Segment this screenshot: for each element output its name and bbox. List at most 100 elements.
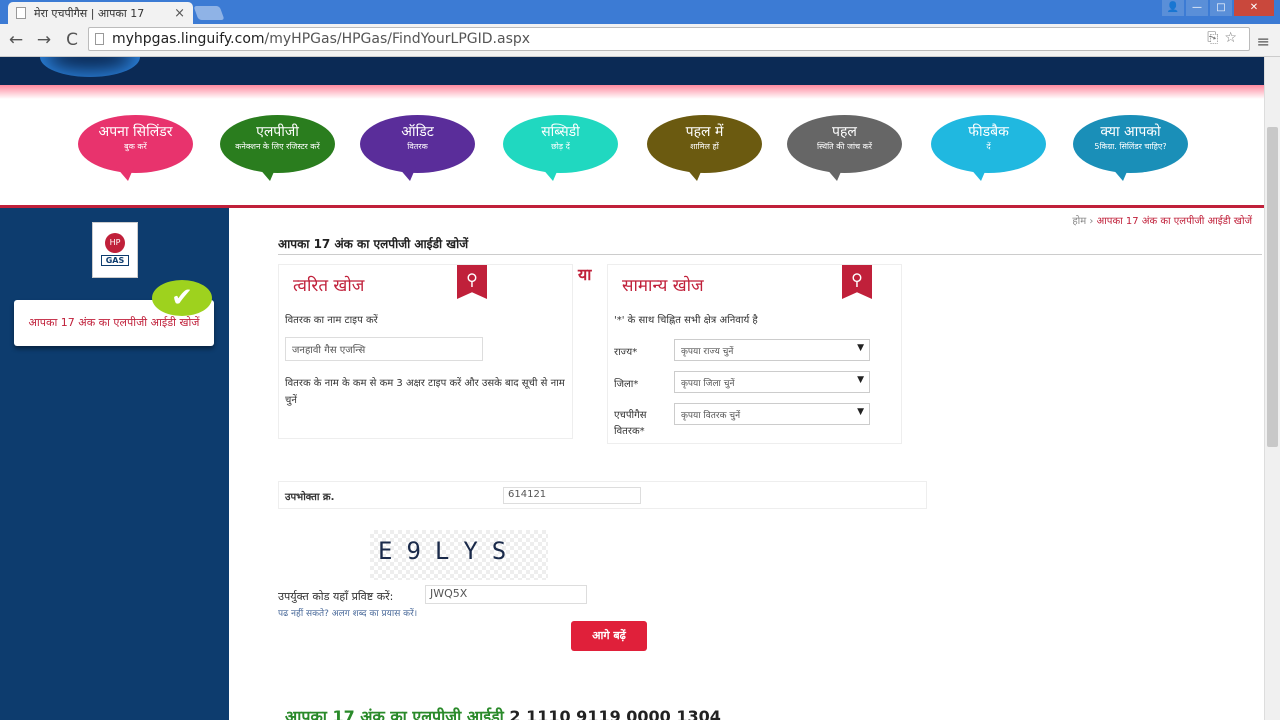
logo-gas: GAS [101, 255, 129, 266]
breadcrumb-home[interactable]: होम [1072, 216, 1086, 227]
nav-bubble-title: सब्सिडी [541, 124, 580, 140]
consumer-row: उपभोक्ता क्र. 614121 [278, 481, 927, 509]
state-select[interactable]: कृपया राज्य चुनें ▼ [674, 339, 870, 361]
nav-bubble-subtitle: शामिल हों [690, 142, 719, 151]
breadcrumb: होम › आपका 17 अंक का एलपीजी आईडी खोजें [1072, 213, 1252, 227]
nav-bubble-subtitle: छोड़ दें [551, 142, 570, 151]
bubble-tail [116, 167, 134, 181]
distributor-name-label: वितरक का नाम टाइप करें [285, 315, 378, 326]
forward-icon[interactable]: → [32, 30, 56, 50]
url-path: /myHPGas/HPGas/FindYourLPGID.aspx [264, 31, 531, 47]
nav-bubble-subtitle: कनेक्शन के लिए रजिस्टर करें [235, 142, 320, 151]
distributor-name-input[interactable]: जनहावी गैस एजन्सि [285, 337, 483, 361]
back-icon[interactable]: ← [4, 30, 28, 50]
nav-bubble-title: फीडबैक [968, 124, 1009, 140]
captcha-label: उपर्युक्त कोड यहाँ प्रविष्ट करें: [278, 590, 394, 603]
browser-titlebar: मेरा एचपीगैस | आपका 17 × 👤 — □ ✕ [0, 0, 1280, 24]
address-bar[interactable]: myhpgas.linguify.com/myHPGas/HPGas/FindY… [88, 27, 1250, 51]
chevron-down-icon: ▼ [857, 375, 864, 385]
scrollbar[interactable] [1264, 57, 1280, 720]
nav-bubble-subtitle: वितरक [407, 142, 428, 151]
captcha-refresh-link[interactable]: पढ नहीं सकते? अलग शब्द का प्रयास करें। [278, 606, 417, 619]
tab-title: मेरा एचपीगैस | आपका 17 [34, 6, 145, 20]
nav-bubble-title: ऑडिट [401, 124, 434, 140]
nav-bubble-subtitle: 5किग्रा. सिलिंडर चाहिए? [1094, 142, 1167, 151]
nav-bubble-3[interactable]: ऑडिट वितरक [360, 115, 475, 181]
breadcrumb-current: आपका 17 अंक का एलपीजी आईडी खोजें [1096, 216, 1252, 227]
chevron-down-icon: ▼ [857, 407, 864, 417]
quick-search-heading: त्वरित खोज [293, 276, 365, 296]
nav-bubble-subtitle: स्थिति की जांच करें [816, 142, 873, 151]
flame-graphic [40, 57, 140, 77]
bubble-tail [541, 167, 559, 181]
lpgid-result: आपका 17 अंक का एलपीजी आईडी 2 1110 9119 0… [285, 705, 721, 720]
result-label: आपका 17 अंक का एलपीजी आईडी [285, 707, 504, 720]
mandatory-note: '*' के साथ चिह्नित सभी क्षेत्र अनिवार्य … [614, 315, 758, 326]
district-select[interactable]: कृपया जिला चुनें ▼ [674, 371, 870, 393]
distributor-label: एचपीगैस वितरक* [614, 410, 647, 437]
bubble-tail [398, 167, 416, 181]
bubble-tail [258, 167, 276, 181]
state-select-value: कृपया राज्य चुनें [681, 347, 734, 357]
district-label: जिला* [614, 379, 639, 390]
nav-bubble-4[interactable]: सब्सिडी छोड़ दें [503, 115, 618, 181]
captcha-image: E9LYS [370, 530, 548, 580]
chevron-right-icon: › [1089, 216, 1094, 227]
page-viewport: अपना सिलिंडर बुक करें एलपीजी कनेक्शन के लिए… [0, 57, 1264, 720]
distributor-select[interactable]: कृपया वितरक चुनें ▼ [674, 403, 870, 425]
distributor-select-value: कृपया वितरक चुनें [681, 411, 741, 421]
bubble-tail [1111, 167, 1129, 181]
general-search-heading: सामान्य खोज [622, 276, 704, 296]
nav-bubble-2[interactable]: एलपीजी कनेक्शन के लिए रजिस्टर करें [220, 115, 335, 181]
new-tab-button[interactable] [193, 6, 225, 20]
page-icon [95, 33, 104, 45]
bubble-tail [969, 167, 987, 181]
scrollbar-thumb[interactable] [1267, 127, 1278, 447]
nav-bubble-title: क्या आपको [1100, 124, 1161, 140]
quick-search-hint: वितरक के नाम के कम से कम 3 अक्षर टाइप कर… [285, 378, 565, 406]
district-select-value: कृपया जिला चुनें [681, 379, 735, 389]
chevron-down-icon: ▼ [857, 343, 864, 353]
or-label: या [578, 265, 592, 284]
page-icon [16, 7, 26, 19]
nav-bubble-title: एलपीजी [256, 124, 299, 140]
nav-bubble-1[interactable]: अपना सिलिंडर बुक करें [78, 115, 193, 181]
nav-bubble-subtitle: बुक करें [124, 142, 147, 151]
nav-bubble-5[interactable]: पहल में शामिल हों [647, 115, 762, 181]
close-window-button[interactable]: ✕ [1234, 0, 1274, 16]
nav-bubble-title: अपना सिलिंडर [98, 124, 173, 140]
page-title: आपका 17 अंक का एलपीजी आईडी खोजें [278, 235, 1262, 255]
browser-tab[interactable]: मेरा एचपीगैस | आपका 17 × [8, 2, 193, 24]
consumer-label: उपभोक्ता क्र. [285, 492, 335, 503]
nav-bubble-title: पहल में [685, 124, 724, 140]
sidebar: HP GAS आपका 17 अंक का एलपीजी आईडी खोजें … [0, 208, 229, 720]
reload-icon[interactable]: C [60, 30, 84, 50]
nav-bubbles: अपना सिलिंडर बुक करें एलपीजी कनेक्शन के लिए… [0, 95, 1264, 205]
header-banner [0, 57, 1264, 85]
minimize-button[interactable]: — [1186, 0, 1208, 16]
search-icon[interactable]: ⚲ [842, 265, 872, 299]
quick-search-panel: त्वरित खोज ⚲ वितरक का नाम टाइप करें जनहा… [278, 264, 573, 439]
search-icon[interactable]: ⚲ [457, 265, 487, 299]
checkmark-icon: ✔ [152, 280, 212, 316]
consumer-number-input[interactable]: 614121 [503, 487, 641, 504]
browser-toolbar: ← → C myhpgas.linguify.com/myHPGas/HPGas… [0, 24, 1280, 57]
logo-hp: HP [105, 233, 125, 253]
bookmark-star-icon[interactable]: ⎘☆ [1207, 30, 1243, 46]
maximize-button[interactable]: □ [1210, 0, 1232, 16]
nav-bubble-8[interactable]: क्या आपको 5किग्रा. सिलिंडर चाहिए? [1073, 115, 1188, 181]
hpgas-logo[interactable]: HP GAS [92, 222, 138, 278]
bubble-tail [685, 167, 703, 181]
general-search-panel: सामान्य खोज ⚲ '*' के साथ चिह्नित सभी क्ष… [607, 264, 902, 444]
tab-close-icon[interactable]: × [174, 6, 185, 21]
captcha-input[interactable]: JWQ5X [425, 585, 587, 604]
url-host: myhpgas.linguify.com [112, 31, 265, 47]
result-number: 2 1110 9119 0000 1304 [509, 707, 721, 720]
nav-bubble-6[interactable]: पहल स्थिति की जांच करें [787, 115, 902, 181]
nav-bubble-7[interactable]: फीडबैक दें [931, 115, 1046, 181]
submit-button[interactable]: आगे बढ़ें [571, 621, 647, 651]
nav-bubble-title: पहल [832, 124, 857, 140]
user-icon[interactable]: 👤 [1162, 0, 1184, 16]
menu-icon[interactable]: ≡ [1257, 32, 1270, 51]
bubble-tail [825, 167, 843, 181]
